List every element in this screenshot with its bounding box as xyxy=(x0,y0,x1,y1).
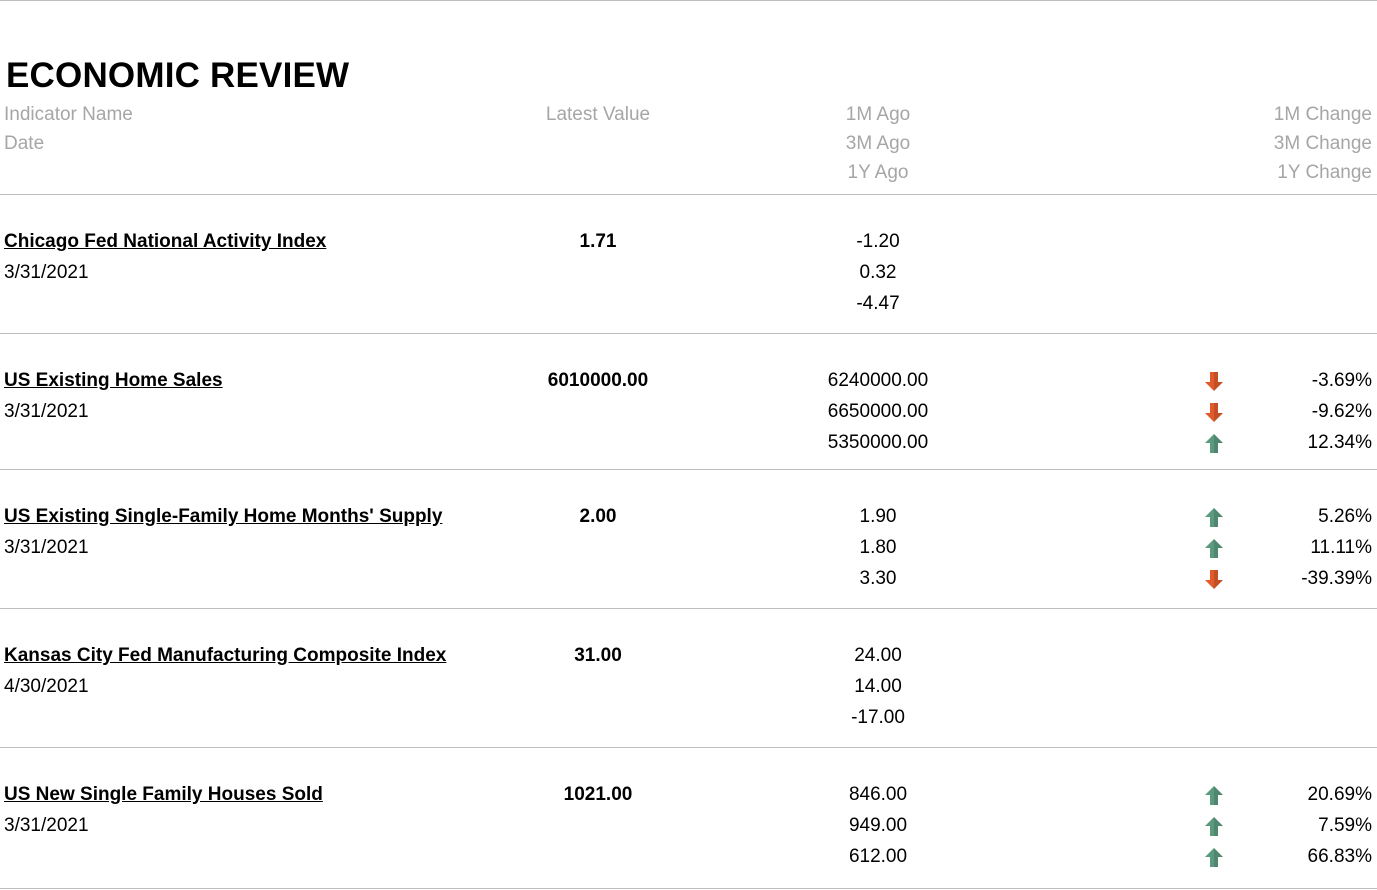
indicator-name-link[interactable]: US Existing Single-Family Home Months' S… xyxy=(4,506,442,528)
indicator-name-link[interactable]: US Existing Home Sales xyxy=(4,370,223,392)
value-3m-ago: 6650000.00 xyxy=(827,401,929,422)
value-3m-ago: 1.80 xyxy=(859,537,897,558)
indicator-name-link[interactable]: Kansas City Fed Manufacturing Composite … xyxy=(4,645,446,667)
page-title: ECONOMIC REVIEW xyxy=(6,56,350,95)
change-3m: -9.62% xyxy=(1311,401,1372,422)
latest-value: 6010000.00 xyxy=(547,370,649,391)
change-1y: 12.34% xyxy=(1307,432,1372,453)
header-3m-change: 3M Change xyxy=(1273,133,1372,154)
value-1m-ago: -1.20 xyxy=(856,231,900,252)
indicator-date: 3/31/2021 xyxy=(4,815,89,836)
value-1y-ago: -4.47 xyxy=(856,293,900,314)
value-3m-ago: 0.32 xyxy=(859,262,897,283)
latest-value: 31.00 xyxy=(574,645,622,666)
header-date: Date xyxy=(4,133,45,154)
change-1m: -3.69% xyxy=(1311,370,1372,391)
header-1y-ago: 1Y Ago xyxy=(847,162,909,183)
value-1m-ago: 6240000.00 xyxy=(827,370,929,391)
value-1m-ago: 846.00 xyxy=(848,784,908,805)
latest-value: 1.71 xyxy=(579,231,617,252)
indicator-name-link[interactable]: Chicago Fed National Activity Index xyxy=(4,231,326,253)
row-divider xyxy=(0,888,1377,889)
change-1y: -39.39% xyxy=(1301,568,1372,589)
value-1y-ago: 5350000.00 xyxy=(827,432,929,453)
indicator-name-link[interactable]: US New Single Family Houses Sold xyxy=(4,784,323,806)
change-3m: 7.59% xyxy=(1318,815,1372,836)
change-1m: 20.69% xyxy=(1307,784,1372,805)
value-3m-ago: 949.00 xyxy=(848,815,908,836)
value-3m-ago: 14.00 xyxy=(854,676,902,697)
row-divider xyxy=(0,333,1377,334)
indicator-date: 3/31/2021 xyxy=(4,262,89,283)
row-divider xyxy=(0,608,1377,609)
change-1y: 66.83% xyxy=(1307,846,1372,867)
header-1y-change: 1Y Change xyxy=(1277,162,1372,183)
header-1m-ago: 1M Ago xyxy=(845,104,911,125)
row-divider xyxy=(0,469,1377,470)
value-1y-ago: 3.30 xyxy=(859,568,897,589)
value-1y-ago: 612.00 xyxy=(848,846,908,867)
header-latest-value: Latest Value xyxy=(545,104,651,125)
header-divider xyxy=(0,194,1377,195)
value-1m-ago: 1.90 xyxy=(859,506,897,527)
top-border xyxy=(0,0,1377,1)
latest-value: 1021.00 xyxy=(563,784,633,805)
row-divider xyxy=(0,747,1377,748)
change-1m: 5.26% xyxy=(1318,506,1372,527)
indicator-date: 3/31/2021 xyxy=(4,537,89,558)
change-3m: 11.11% xyxy=(1310,537,1372,558)
header-3m-ago: 3M Ago xyxy=(845,133,911,154)
value-1m-ago: 24.00 xyxy=(854,645,902,666)
latest-value: 2.00 xyxy=(579,506,617,527)
indicator-date: 3/31/2021 xyxy=(4,401,89,422)
header-indicator-name: Indicator Name xyxy=(4,104,133,125)
value-1y-ago: -17.00 xyxy=(851,707,905,728)
header-1m-change: 1M Change xyxy=(1273,104,1372,125)
indicator-date: 4/30/2021 xyxy=(4,676,89,697)
